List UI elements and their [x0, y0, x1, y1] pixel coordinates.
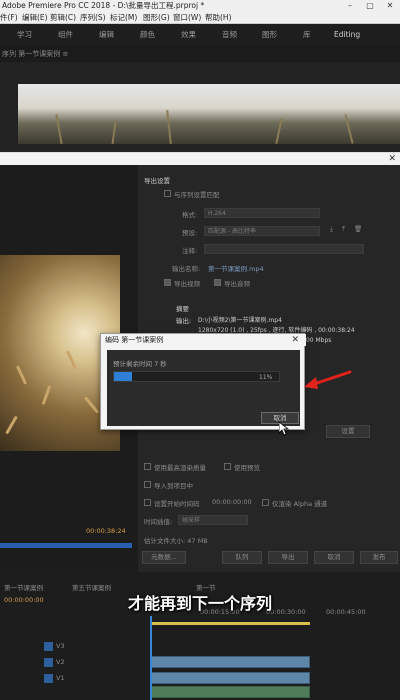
menu-window[interactable]: 窗口(W) [173, 12, 201, 24]
export-button[interactable]: 导出 [268, 551, 308, 564]
encoding-progress-bar [113, 371, 280, 382]
time-interpolation-select[interactable]: 帧采样 [178, 515, 248, 525]
output-name-link[interactable]: 第一节课案例.mp4 [208, 263, 264, 273]
match-sequence-checkbox[interactable] [164, 190, 171, 197]
queue-button[interactable]: 队列 [222, 551, 262, 564]
video-clip-v1[interactable] [150, 672, 310, 684]
workspace-tab-graphics[interactable]: 图形 [262, 24, 277, 46]
work-area-bar[interactable] [150, 622, 310, 625]
encoding-dialog-close-icon[interactable]: ✕ [291, 334, 299, 346]
save-preset-icon[interactable]: ⤓ [330, 225, 333, 234]
use-preview-checkbox[interactable] [224, 463, 231, 470]
program-preview-image [18, 84, 400, 145]
track-label-v1: V1 [56, 674, 65, 682]
format-label: 格式: [182, 211, 198, 219]
menu-clip[interactable]: 剪辑(C) [50, 12, 76, 24]
render-alpha-label: 仅渲染 Alpha 通道 [272, 500, 328, 508]
publish-button[interactable]: 发布 [360, 551, 398, 564]
menu-marker[interactable]: 标记(M) [110, 12, 137, 24]
preset-label: 预设: [182, 229, 198, 237]
export-dialog-titlebar [0, 153, 400, 165]
menu-graphics[interactable]: 图形(G) [143, 12, 170, 24]
comment-input[interactable] [204, 244, 364, 254]
mouse-cursor-icon [279, 422, 289, 436]
subtitle-caption: 才能再到下一个序列 [127, 594, 272, 613]
track-target-v2[interactable] [44, 658, 53, 667]
max-render-quality-checkbox[interactable] [144, 463, 151, 470]
program-monitor [0, 62, 400, 152]
red-arrow-icon [304, 370, 352, 389]
estimated-file-size: 估计文件大小: 47 MB [144, 537, 208, 545]
export-video-checkbox[interactable] [164, 279, 171, 286]
export-audio-label: 导出音频 [224, 280, 250, 288]
source-timecode: 00:00:38:24 [86, 527, 126, 535]
cancel-export-button[interactable]: 取消 [314, 551, 354, 564]
export-settings-heading: 导出设置 [144, 177, 170, 185]
track-target-v3[interactable] [44, 642, 53, 651]
summary-output-label: 输出: [176, 317, 192, 325]
format-select[interactable]: H.264 [204, 208, 320, 218]
workspace-tab-learn[interactable]: 学习 [17, 24, 32, 46]
menu-help[interactable]: 帮助(H) [205, 12, 232, 24]
set-start-timecode-checkbox[interactable] [144, 499, 151, 506]
export-audio-checkbox[interactable] [214, 279, 221, 286]
encoding-progress-fill [114, 372, 132, 381]
match-sequence-label: 与序列设置匹配 [174, 191, 220, 199]
close-icon[interactable]: ✕ [380, 0, 400, 12]
encoding-dialog: 编码 第一节课案例 ✕ 预计剩余时间 7 秒 11% 取消 [100, 333, 306, 430]
preset-select[interactable]: 匹配源 - 高比特率 [204, 226, 320, 236]
window-title: Adobe Premiere Pro CC 2018 - D:\批量导出工程.p… [2, 1, 205, 10]
render-alpha-checkbox[interactable] [262, 499, 269, 506]
delete-preset-icon[interactable]: 🗑 [354, 225, 362, 233]
workspace-tab-editing[interactable]: Editing [334, 24, 360, 46]
encoding-dialog-title: 编码 第一节课案例 [101, 334, 306, 346]
sequence-tab-label: 序列 第一节课案例 ≡ [2, 50, 69, 58]
track-label-v3: V3 [56, 642, 65, 650]
encoding-dialog-body: 预计剩余时间 7 秒 11% 取消 [107, 350, 300, 426]
export-video-label: 导出视频 [174, 280, 200, 288]
use-preview-label: 使用预览 [234, 464, 260, 472]
title-bar: Adobe Premiere Pro CC 2018 - D:\批量导出工程.p… [0, 0, 400, 12]
workspace-tab-libraries[interactable]: 库 [303, 24, 311, 46]
maximize-icon[interactable]: ▢ [360, 0, 380, 12]
workspace-tab-assembly[interactable]: 组件 [58, 24, 73, 46]
menu-file[interactable]: 件(F) [0, 12, 18, 24]
summary-output-path: D:\小视频2\第一节课案例.mp4 [198, 317, 282, 324]
track-target-v1[interactable] [44, 674, 53, 683]
encoding-progress-percent: 11% [259, 374, 273, 381]
menu-edit[interactable]: 编辑(E) [22, 12, 48, 24]
advanced-button[interactable]: 设置 [326, 425, 370, 438]
import-into-project-checkbox[interactable] [144, 481, 151, 488]
import-preset-icon[interactable]: ⤒ [342, 225, 345, 234]
workspace-tab-edit[interactable]: 编辑 [99, 24, 114, 46]
minimize-icon[interactable]: – [340, 0, 360, 12]
track-label-v2: V2 [56, 658, 65, 666]
summary-label: 摘要 [176, 305, 189, 313]
workspace-tab-audio[interactable]: 音频 [222, 24, 237, 46]
comment-label: 注释: [182, 247, 198, 255]
workspace-bar: 学习 组件 编辑 颜色 效果 音频 图形 库 Editing [0, 24, 400, 46]
start-timecode-value[interactable]: 00:00:00:00 [212, 498, 252, 506]
menu-sequence[interactable]: 序列(S) [80, 12, 106, 24]
audio-clip-a1[interactable] [150, 686, 310, 698]
export-dialog-close-icon[interactable]: ✕ [388, 153, 396, 165]
workspace-tab-color[interactable]: 颜色 [140, 24, 155, 46]
playhead[interactable] [150, 616, 152, 700]
time-interpolation-label: 时间插值: [144, 518, 173, 526]
video-clip-v2[interactable] [150, 656, 310, 668]
set-start-timecode-label: 设置开始时间码 [154, 500, 200, 508]
max-render-quality-label: 使用最高渲染质量 [154, 464, 206, 472]
estimated-remaining-time: 预计剩余时间 7 秒 [113, 360, 167, 368]
menu-bar: 件(F) 编辑(E) 剪辑(C) 序列(S) 标记(M) 图形(G) 窗口(W)… [0, 12, 400, 24]
source-range-bar[interactable] [0, 543, 132, 548]
workspace-tab-effects[interactable]: 效果 [181, 24, 196, 46]
sequence-tab[interactable]: 序列 第一节课案例 ≡ [0, 46, 400, 62]
metadata-button[interactable]: 元数据... [142, 551, 186, 564]
import-into-project-label: 导入到项目中 [154, 482, 193, 490]
output-name-label: 输出名称: [172, 265, 201, 273]
